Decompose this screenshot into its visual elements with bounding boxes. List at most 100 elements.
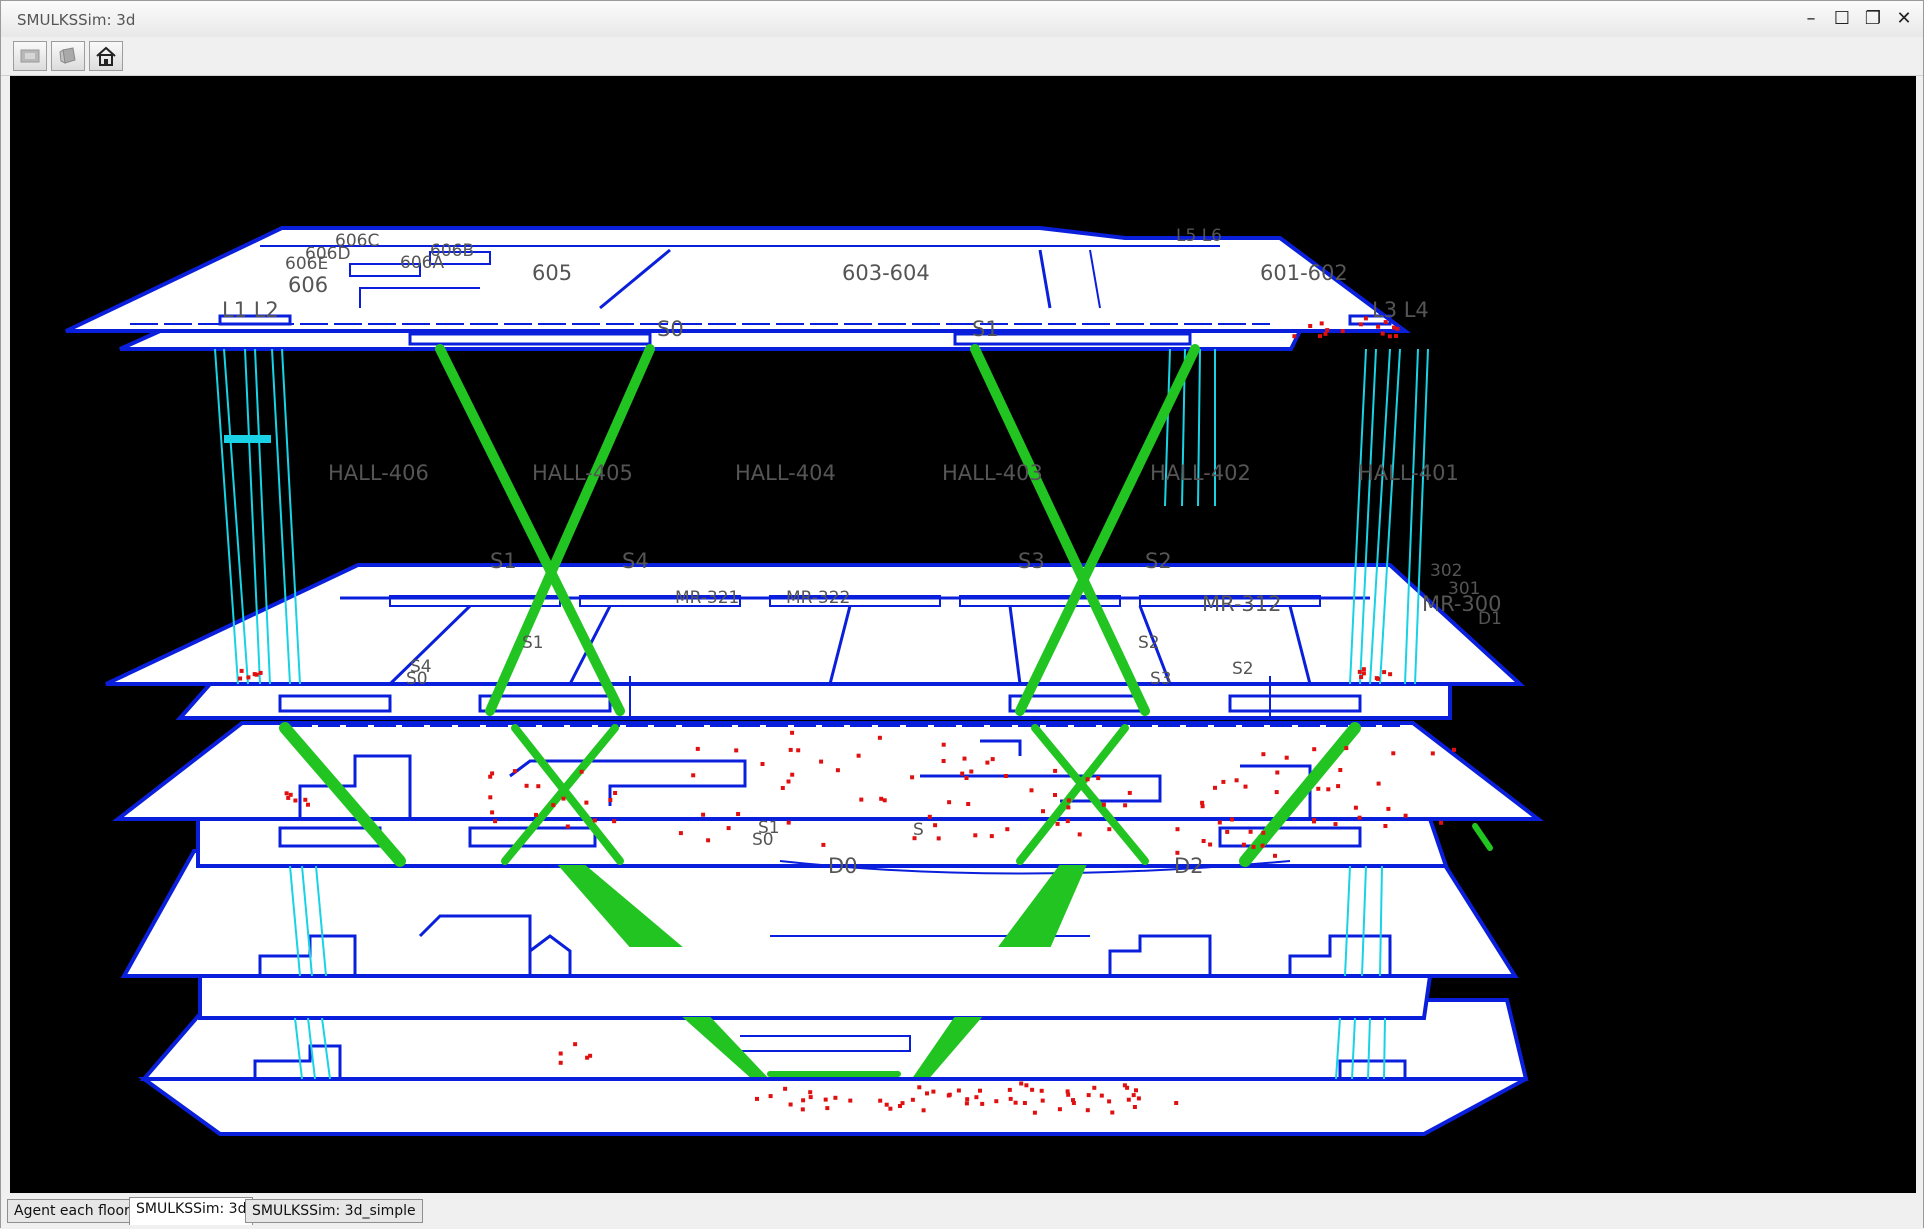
floor-6	[65, 226, 1412, 351]
agent-marker	[921, 1108, 926, 1113]
agent-marker	[1357, 815, 1362, 820]
tab-smulkssim-3d[interactable]: SMULKSSim: 3d	[129, 1197, 254, 1225]
lift-label: L3 L4	[1372, 298, 1429, 322]
agent-marker	[796, 748, 801, 753]
agent-marker	[512, 769, 517, 774]
agent-marker	[888, 1106, 893, 1111]
agent-marker	[1019, 1081, 1024, 1086]
agent-marker	[917, 1085, 922, 1090]
agent-marker	[927, 814, 932, 819]
maximize-button[interactable]: ☐	[1827, 7, 1857, 31]
agent-marker	[1292, 334, 1297, 339]
agent-marker	[1312, 819, 1316, 824]
agent-marker	[931, 1089, 936, 1094]
agent-marker	[966, 802, 971, 806]
agent-marker	[1395, 326, 1400, 331]
agent-marker	[1004, 774, 1008, 778]
agent-marker	[1363, 316, 1368, 321]
3d-viewport[interactable]: 606C 606D 606E 606B 606A 606 605 603-604…	[10, 76, 1916, 1193]
agent-marker	[800, 1107, 805, 1112]
agent-marker	[1376, 781, 1381, 786]
agent-marker	[579, 769, 584, 774]
home-button[interactable]	[89, 41, 123, 71]
agent-marker	[252, 672, 257, 677]
agent-marker	[1099, 1093, 1104, 1098]
agent-marker	[1127, 790, 1132, 795]
agent-marker	[1126, 1097, 1131, 1102]
agent-marker	[786, 820, 791, 825]
agent-marker	[1325, 328, 1330, 333]
agent-marker	[956, 1088, 961, 1093]
agent-marker	[1065, 819, 1070, 824]
agent-marker	[1359, 675, 1364, 680]
stair-label: S2	[1232, 659, 1254, 679]
agent-marker	[788, 1102, 793, 1107]
agent-marker	[1208, 842, 1213, 847]
agent-marker	[964, 1101, 969, 1106]
agent-marker	[1333, 822, 1338, 827]
agent-marker	[973, 833, 978, 838]
agent-marker	[1359, 322, 1363, 327]
agent-marker	[835, 768, 840, 773]
agent-marker	[534, 812, 538, 817]
restore-button[interactable]: ❐	[1858, 7, 1888, 31]
minimize-button[interactable]: –	[1796, 7, 1826, 31]
agent-marker	[691, 773, 696, 778]
agent-marker	[925, 1091, 929, 1096]
agent-marker	[978, 1088, 982, 1093]
title-bar[interactable]: SMULKSSim: 3d – ☐ ❐ ✕	[1, 1, 1923, 38]
image-view-button[interactable]	[13, 41, 47, 71]
agent-marker	[985, 760, 990, 765]
agent-marker	[1230, 817, 1234, 822]
agent-marker	[1248, 829, 1253, 834]
agent-marker	[780, 786, 785, 790]
agent-marker	[584, 800, 589, 805]
agent-marker	[1007, 1087, 1012, 1092]
agent-marker	[592, 818, 597, 823]
agent-marker	[1261, 830, 1266, 835]
tab-agent-each-floor[interactable]: Agent each floor	[7, 1199, 137, 1223]
agent-marker	[1032, 1110, 1037, 1115]
agent-marker	[1284, 755, 1289, 760]
stair-label: S1	[490, 549, 517, 573]
agent-marker	[823, 1097, 828, 1102]
agent-marker	[1024, 1083, 1029, 1088]
close-button[interactable]: ✕	[1889, 7, 1919, 31]
app-window: SMULKSSim: 3d – ☐ ❐ ✕ 606C 606D 606E 606…	[0, 0, 1924, 1229]
agent-marker	[1340, 329, 1345, 334]
hall-label: HALL-406	[328, 461, 429, 485]
building-3d-scene[interactable]: 606C 606D 606E 606B 606A 606 605 603-604…	[10, 76, 1916, 1193]
agent-marker	[1312, 747, 1317, 752]
lift-label: L1 L2	[222, 298, 279, 322]
tab-smulkssim-3d-simple[interactable]: SMULKSSim: 3d_simple	[245, 1199, 423, 1223]
agent-marker	[964, 776, 969, 780]
agent-marker	[1338, 768, 1343, 772]
agent-marker	[947, 800, 952, 805]
agent-marker	[1386, 806, 1391, 811]
agent-marker	[1085, 1108, 1090, 1113]
agent-marker	[1388, 672, 1393, 677]
agent-marker	[1066, 798, 1071, 803]
stair-label: S4	[622, 549, 649, 573]
agent-marker	[1040, 1098, 1045, 1103]
agent-marker	[1066, 1092, 1071, 1097]
room-label: 601-602	[1260, 261, 1348, 285]
stair-label: S1	[522, 633, 544, 653]
agent-marker	[678, 831, 683, 836]
agent-marker	[1086, 1093, 1091, 1098]
agent-marker	[1022, 1101, 1027, 1105]
agent-marker	[1175, 827, 1180, 832]
exit-label: D1	[1478, 609, 1502, 629]
room-label: 606A	[400, 253, 444, 273]
agent-marker	[726, 826, 731, 831]
agent-marker	[1085, 777, 1090, 782]
agent-marker	[1273, 853, 1277, 858]
agent-marker	[1217, 820, 1222, 825]
stair-label: S2	[1138, 633, 1160, 653]
3d-view-button[interactable]	[51, 41, 85, 71]
agent-marker	[490, 771, 495, 776]
agent-marker	[878, 1098, 883, 1103]
agent-marker	[848, 1098, 853, 1103]
agent-marker	[1071, 1101, 1076, 1105]
agent-marker	[1452, 747, 1456, 752]
